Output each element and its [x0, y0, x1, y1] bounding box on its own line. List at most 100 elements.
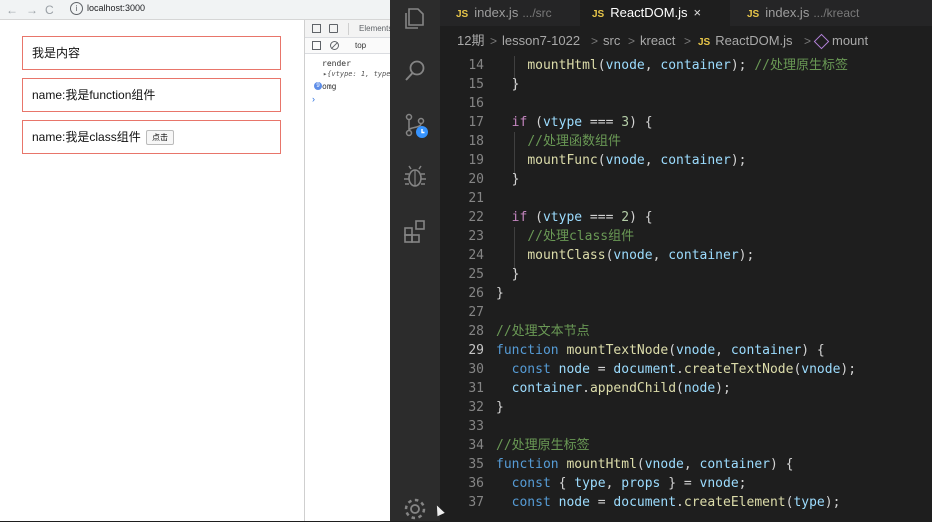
browser-toolbar: ← → C i localhost:3000 — [0, 0, 390, 20]
code-line[interactable]: 27 — [440, 303, 932, 322]
line-number: 28 — [468, 324, 484, 339]
close-icon[interactable]: × — [694, 5, 702, 20]
line-number: 17 — [468, 115, 484, 130]
code-line[interactable]: 34 //处理原生标签 — [440, 436, 932, 455]
line-number: 14 — [468, 58, 484, 73]
code-text: function mountTextNode(vnode, container)… — [496, 343, 825, 358]
forward-arrow-icon[interactable]: → — [26, 1, 38, 19]
line-number: 23 — [468, 229, 484, 244]
code-line[interactable]: 17 if (vtype === 3) { — [440, 113, 932, 132]
code-line[interactable]: 25 } — [440, 265, 932, 284]
code-line[interactable]: 32} — [440, 398, 932, 417]
console-toolbar: top — [305, 38, 391, 54]
code-text: if (vtype === 3) { — [511, 115, 653, 130]
code-line[interactable]: 24 mountClass(vnode, container); — [440, 246, 932, 265]
inspect-element-icon[interactable] — [312, 24, 321, 33]
reload-icon[interactable]: C — [45, 1, 54, 19]
code-line[interactable]: 21 — [440, 189, 932, 208]
code-text: const node = document.createElement(type… — [511, 495, 841, 510]
code-text: const node = document.createTextNode(vno… — [511, 362, 857, 377]
code-line[interactable]: 35 function mountHtml(vnode, container) { — [440, 455, 932, 474]
js-file-icon: JS — [698, 37, 711, 48]
code-line[interactable]: 29 function mountTextNode(vnode, containe… — [440, 341, 932, 360]
devtools-divider — [348, 23, 349, 35]
code-line[interactable]: 23 //处理class组件 — [440, 227, 932, 246]
line-number: 24 — [468, 248, 484, 263]
console-sidebar-icon[interactable] — [312, 41, 321, 50]
line-number: 36 — [468, 476, 484, 491]
code-line[interactable]: 28 //处理文本节点 — [440, 322, 932, 341]
extensions-icon[interactable] — [402, 218, 428, 244]
code-line[interactable]: 20 } — [440, 170, 932, 189]
line-number: 15 — [468, 77, 484, 92]
code-line[interactable]: 36 const { type, props } = vnode; — [440, 474, 932, 493]
code-text: } — [496, 77, 520, 92]
context-selector[interactable]: top — [355, 41, 366, 50]
tab-reactdom[interactable]: JS ReactDOM.js × — [592, 0, 701, 26]
line-number: 30 — [468, 362, 484, 377]
breadcrumb-separator: > — [490, 34, 498, 48]
tab-path: .../src — [522, 6, 552, 20]
clear-console-icon[interactable] — [330, 41, 339, 50]
code-text: if (vtype === 2) { — [511, 210, 653, 225]
source-control-icon[interactable] — [402, 112, 428, 138]
code-line[interactable]: 37 const node = document.createElement(t… — [440, 493, 932, 512]
debug-icon[interactable] — [402, 164, 428, 190]
breadcrumb-symbol: mount — [832, 33, 869, 48]
class-component-text: name:我是class组件 — [32, 130, 141, 144]
code-line[interactable]: 16 — [440, 94, 932, 113]
breadcrumb-item[interactable]: JS ReactDOM.js — [698, 26, 793, 58]
code-line[interactable]: 31 container.appendChild(node); — [440, 379, 932, 398]
line-number: 35 — [468, 457, 484, 472]
settings-icon[interactable] — [402, 496, 428, 522]
code-text: //处理class组件 — [527, 229, 635, 244]
code-line[interactable]: 26} — [440, 284, 932, 303]
code-line[interactable]: 14 mountHtml(vnode, container); //处理原生标签 — [440, 56, 932, 75]
tab-index-kreact[interactable]: JS index.js .../kreact — [747, 0, 859, 26]
code-line[interactable]: 18 //处理函数组件 — [440, 132, 932, 151]
explorer-icon[interactable] — [402, 5, 428, 31]
device-toolbar-icon[interactable] — [329, 24, 338, 33]
code-text: mountClass(vnode, container); — [527, 248, 755, 263]
console-log-object[interactable]: ▸{vtype: 1, type: — [323, 70, 395, 78]
breadcrumb-item[interactable]: kreact — [640, 26, 675, 56]
breadcrumb-item[interactable]: src — [603, 26, 620, 56]
tab-index-src[interactable]: JS index.js .../src — [456, 0, 552, 26]
search-icon[interactable] — [402, 58, 428, 84]
code-line[interactable]: 22 if (vtype === 2) { — [440, 208, 932, 227]
code-editor[interactable]: 14 mountHtml(vnode, container); //处理原生标签… — [440, 56, 932, 521]
devtools-panel: Elements top render ▸{vtype: 1, type: 9 … — [304, 20, 395, 521]
site-info-icon[interactable]: i — [70, 2, 83, 15]
code-line[interactable]: 30 const node = document.createTextNode(… — [440, 360, 932, 379]
line-number: 16 — [468, 96, 484, 111]
code-text: } — [496, 267, 520, 282]
code-text: mountFunc(vnode, container); — [527, 153, 747, 168]
js-file-icon: JS — [456, 9, 469, 20]
breadcrumb-item[interactable]: 12期 — [457, 26, 484, 56]
tab-elements[interactable]: Elements — [359, 24, 392, 33]
line-number: 20 — [468, 172, 484, 187]
code-line[interactable]: 15 } — [440, 75, 932, 94]
breadcrumb-item[interactable]: mount — [813, 26, 869, 56]
code-text: container.appendChild(node); — [511, 381, 731, 396]
breadcrumb: 12期 > lesson7-1022 > src > kreact > JS Re… — [440, 26, 932, 56]
content-text: 我是内容 — [32, 46, 81, 60]
tab-label: ReactDOM.js — [610, 5, 688, 20]
console-log-omg: omg — [322, 82, 337, 91]
code-line[interactable]: 33 — [440, 417, 932, 436]
breadcrumb-separator: > — [684, 34, 692, 48]
address-bar[interactable]: localhost:3000 — [87, 3, 145, 13]
back-arrow-icon[interactable]: ← — [6, 1, 18, 19]
breadcrumb-item[interactable]: lesson7-1022 — [502, 26, 580, 56]
line-number: 33 — [468, 419, 484, 434]
line-number: 21 — [468, 191, 484, 206]
console-prompt[interactable]: › — [312, 94, 315, 104]
editor-tabbar: JS index.js .../src JS ReactDOM.js × JS index… — [440, 0, 932, 26]
devtools-tabbar: Elements — [305, 20, 392, 38]
code-line[interactable]: 19 mountFunc(vnode, container); — [440, 151, 932, 170]
console-log-render: render — [322, 59, 351, 68]
content-box: 我是内容 — [22, 36, 281, 70]
code-text: } — [496, 172, 520, 187]
code-text: //处理文本节点 — [496, 324, 590, 339]
click-button[interactable]: 点击 — [146, 130, 175, 146]
